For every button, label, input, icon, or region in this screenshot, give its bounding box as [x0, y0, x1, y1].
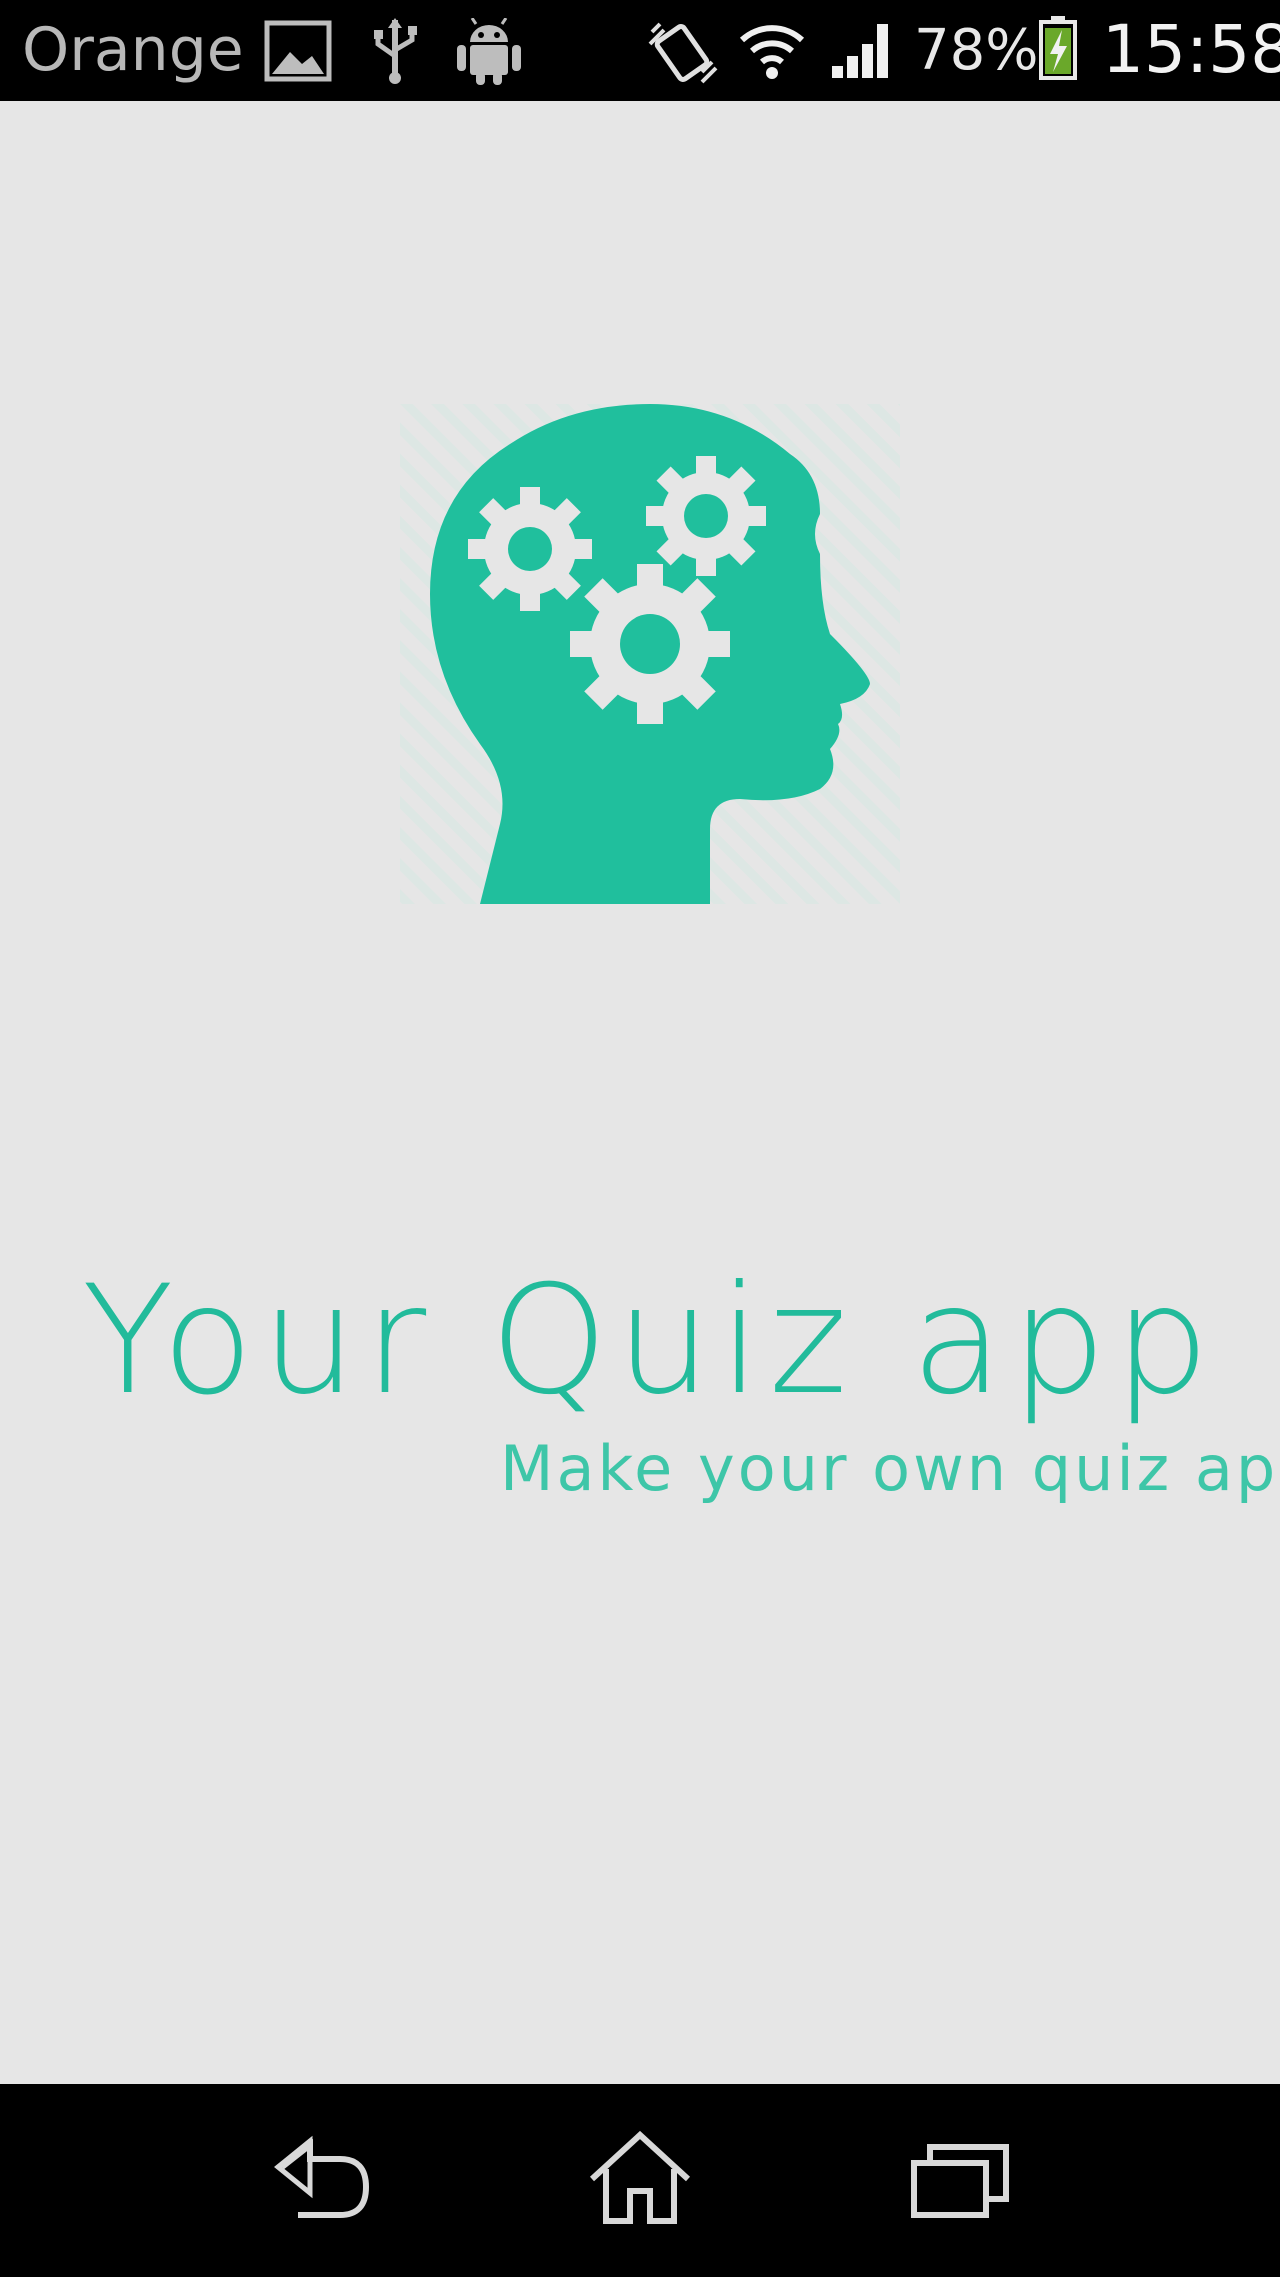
app-subtitle: Make your own quiz app: [500, 1432, 1280, 1505]
signal-icon: [830, 20, 896, 84]
back-icon: [274, 2135, 370, 2218]
head-gears-icon: [400, 404, 900, 904]
wifi-icon: [738, 18, 806, 84]
back-button[interactable]: [262, 2129, 382, 2229]
navigation-bar: [0, 2084, 1280, 2277]
home-icon: [589, 2130, 691, 2224]
recents-button[interactable]: [900, 2129, 1020, 2229]
image-icon: [264, 20, 332, 86]
usb-icon: [368, 16, 422, 90]
recents-icon: [911, 2144, 1009, 2218]
vibrate-icon: [646, 16, 720, 90]
app-title: Your Quiz app: [82, 1254, 1218, 1428]
android-icon: [452, 17, 526, 90]
battery-charging-icon: [1038, 14, 1078, 84]
home-button[interactable]: [580, 2129, 700, 2229]
carrier-name: Orange: [22, 15, 244, 85]
battery-percent: 78%: [914, 18, 1039, 83]
status-bar: Orange 78% 15:58: [0, 0, 1280, 101]
clock: 15:58: [1102, 11, 1280, 88]
splash-screen: Your Quiz app Make your own quiz app: [0, 101, 1280, 2084]
